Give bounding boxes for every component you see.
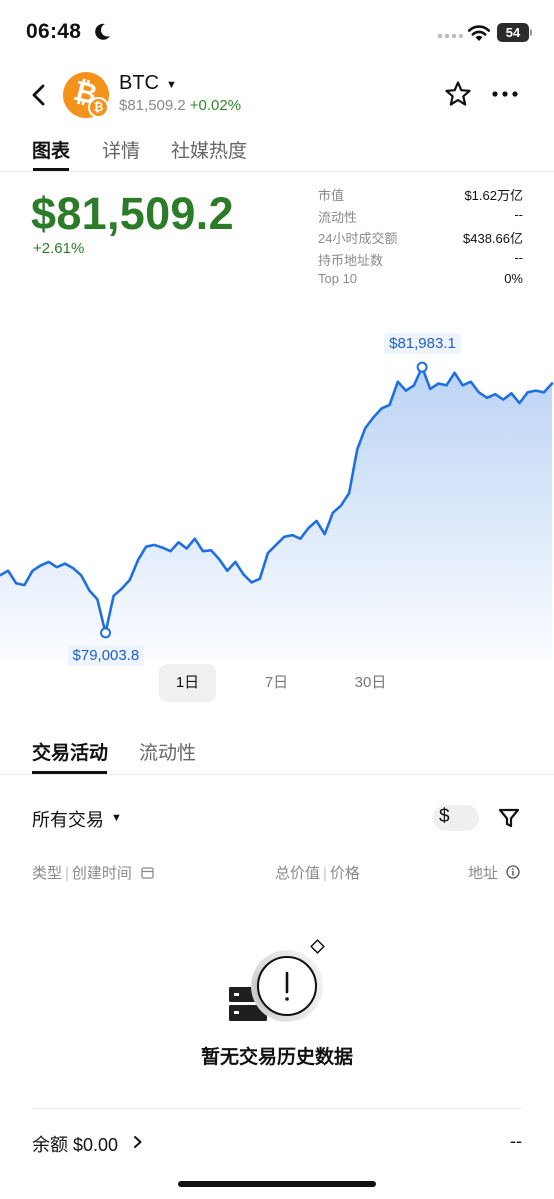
chart-max-label: $81,983.1: [384, 333, 461, 355]
stat-row: 24小时成交额 $438.66亿: [318, 228, 523, 250]
battery-cap: [530, 29, 532, 36]
column-created: 创建时间: [71, 865, 132, 882]
stat-label: 持币地址数: [318, 252, 384, 268]
caret-down-icon[interactable]: ▼: [111, 812, 122, 824]
activity-tabs: 交易活动 流动性: [0, 730, 554, 775]
stat-label: 市值: [318, 188, 345, 203]
caret-down-icon[interactable]: ▼: [166, 79, 177, 91]
stat-row: 持币地址数 --: [318, 250, 523, 272]
tab-social[interactable]: 社媒热度: [171, 136, 247, 163]
price-change: +2.61%: [33, 240, 85, 257]
stat-value: 0%: [504, 271, 523, 286]
tab-liquidity[interactable]: 流动性: [139, 738, 196, 765]
stat-value: --: [514, 249, 523, 265]
btc-logo-icon: ₿ ₿: [63, 72, 109, 118]
chart-min-label: $79,003.8: [67, 644, 145, 666]
chart-area-fill: [0, 367, 552, 660]
column-address-wrap: 地址: [468, 862, 520, 883]
more-icon[interactable]: [492, 91, 518, 97]
coin-symbol[interactable]: BTC: [119, 72, 159, 95]
star-icon[interactable]: [444, 80, 472, 108]
market-stats: 市值 $1.62万亿 流动性 -- 24小时成交额 $438.66亿 持币地址数 -- …: [318, 185, 523, 293]
info-icon[interactable]: [506, 865, 520, 879]
back-icon[interactable]: [26, 80, 52, 110]
range-1d-button[interactable]: 1日: [159, 664, 216, 702]
stat-row: 流动性 --: [318, 207, 523, 229]
calendar-icon[interactable]: [141, 866, 154, 879]
coin-header-price: $81,509.2: [119, 97, 186, 114]
empty-state-illustration-icon: [229, 939, 325, 1022]
main-tabs: 图表 详情 社媒热度: [0, 128, 554, 172]
stat-label: 24小时成交额: [318, 231, 398, 246]
stat-value: $438.66亿: [463, 231, 523, 246]
price-chart-svg: [0, 361, 554, 660]
price-chart[interactable]: $81,983.1 $79,003.8: [0, 330, 554, 666]
stat-label: 流动性: [318, 209, 358, 225]
stat-row: Top 10 0%: [318, 271, 523, 293]
stat-value: --: [514, 206, 523, 222]
balance-link[interactable]: 余额 $0.00: [32, 1131, 118, 1157]
chevron-right-icon[interactable]: [133, 1135, 143, 1149]
column-type: 类型: [32, 865, 63, 882]
stat-value: $1.62万亿: [464, 188, 523, 203]
chart-max-marker: [416, 361, 428, 373]
currency-toggle[interactable]: $: [433, 805, 479, 831]
moon-icon: [95, 23, 110, 40]
signal-dots-icon: [437, 33, 463, 39]
home-indicator[interactable]: [178, 1181, 376, 1187]
tab-chart[interactable]: 图表: [32, 136, 70, 163]
tab-underline: [33, 168, 69, 171]
column-type-created: 类型 | 创建时间: [32, 862, 154, 883]
column-address: 地址: [468, 865, 499, 882]
filter-icon[interactable]: [498, 807, 520, 829]
tab-underline: [32, 771, 107, 774]
empty-state-text: 暂无交易历史数据: [200, 1047, 353, 1068]
coin-header: ₿ ₿ BTC ▼ $81,509.2 +0.02%: [0, 64, 554, 126]
column-total-price: 总价值 | 价格: [275, 865, 360, 882]
column-price: 价格: [329, 865, 360, 882]
balance-value: --: [510, 1131, 522, 1151]
column-total: 总价值: [275, 865, 321, 882]
trade-filter-dropdown[interactable]: 所有交易: [32, 806, 104, 832]
currency-symbol: $: [439, 806, 450, 827]
stat-label: Top 10: [318, 271, 358, 286]
coin-header-change: +0.02%: [189, 97, 242, 114]
status-bar: 06:48 54: [0, 0, 554, 64]
chart-min-marker: [100, 627, 112, 639]
range-30d-button[interactable]: 30日: [342, 664, 399, 702]
status-time: 06:48: [26, 20, 82, 43]
current-price: $81,509.2: [31, 188, 234, 239]
divider: [32, 1108, 522, 1109]
wifi-icon: [467, 25, 491, 41]
range-7d-button[interactable]: 7日: [248, 664, 305, 702]
tab-trade-activity[interactable]: 交易活动: [32, 738, 108, 765]
stat-row: 市值 $1.62万亿: [318, 185, 523, 207]
coin-subtitle: $81,509.2 +0.02%: [119, 97, 241, 114]
battery-indicator: 54: [497, 23, 529, 42]
tab-details[interactable]: 详情: [102, 136, 140, 163]
